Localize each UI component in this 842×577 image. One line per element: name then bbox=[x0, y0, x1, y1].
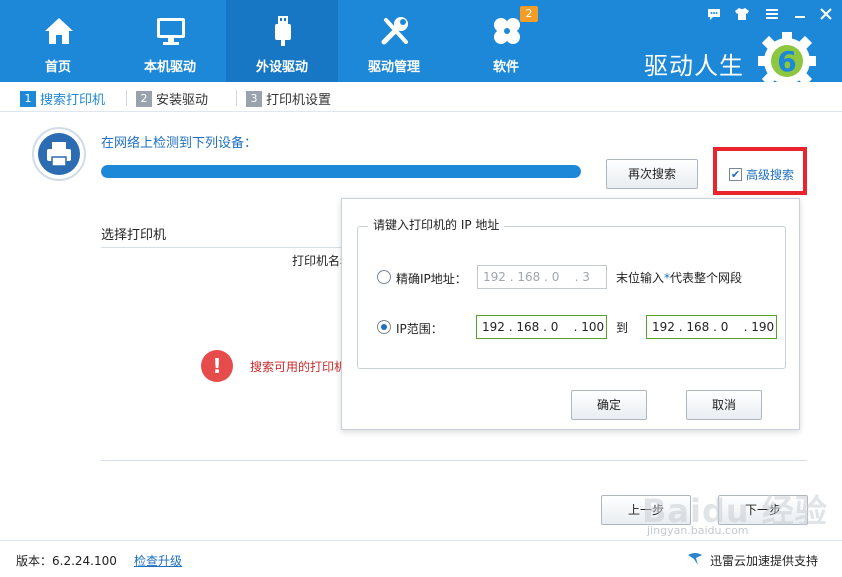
content-divider bbox=[101, 460, 807, 461]
step-install-driver[interactable]: 2 安装驱动 bbox=[136, 89, 209, 108]
menu-icon[interactable] bbox=[764, 6, 780, 22]
usb-icon bbox=[275, 16, 291, 46]
exact-ip-label: 精确IP地址： bbox=[396, 272, 467, 286]
step-number: 1 bbox=[20, 90, 36, 107]
thunder-bird-icon bbox=[688, 553, 702, 565]
tools-icon bbox=[381, 17, 408, 45]
monitor-icon bbox=[157, 18, 185, 45]
step-number: 2 bbox=[136, 90, 152, 107]
nav-home-label: 首页 bbox=[44, 60, 71, 75]
step-label: 搜索打印机 bbox=[40, 93, 106, 108]
wizard-steps: 1 搜索打印机 2 安装驱动 3 打印机设置 bbox=[0, 82, 842, 112]
ip-fieldset bbox=[357, 226, 786, 369]
nav-software-label: 软件 bbox=[492, 60, 519, 75]
brand-name: 驱动人生 bbox=[644, 52, 744, 80]
nav-home[interactable]: 首页 bbox=[2, 0, 114, 82]
search-progress-bar bbox=[101, 165, 581, 178]
close-icon[interactable] bbox=[818, 6, 834, 22]
ok-button[interactable]: 确定 bbox=[571, 390, 647, 420]
printer-icon bbox=[47, 142, 71, 167]
minimize-icon[interactable] bbox=[792, 6, 808, 22]
cancel-button[interactable]: 取消 bbox=[686, 390, 762, 420]
step-printer-settings[interactable]: 3 打印机设置 bbox=[246, 89, 332, 108]
exact-ip-radio[interactable] bbox=[377, 270, 391, 284]
advanced-search-label[interactable]: 高级搜索 bbox=[746, 166, 794, 183]
advanced-search-highlight: ✔ 高级搜索 bbox=[713, 147, 807, 195]
detect-message: 在网络上检测到下列设备： bbox=[101, 136, 258, 151]
nav-driver-management-label: 驱动管理 bbox=[367, 60, 420, 75]
search-progress-fill bbox=[101, 165, 581, 178]
brand-logo-digit: 6 bbox=[777, 45, 796, 78]
title-divider bbox=[101, 247, 343, 248]
software-update-badge: 2 bbox=[520, 6, 538, 22]
step-search-printer[interactable]: 1 搜索打印机 bbox=[20, 89, 106, 108]
ip-address-dialog: 请键入打印机的 IP 地址 精确IP地址： 192 . 168 . 0 . 3 … bbox=[341, 198, 800, 430]
top-navigation-bar: 首页 本机驱动 外设驱动 驱动管理 软件 2 驱动人生 6 bbox=[0, 0, 842, 90]
step-divider bbox=[236, 90, 237, 106]
nav-peripheral-driver-label: 外设驱动 bbox=[255, 60, 308, 75]
printer-avatar bbox=[32, 127, 86, 181]
baidu-watermark-url: jingyan.baidu.com bbox=[647, 524, 749, 537]
chat-icon[interactable] bbox=[706, 6, 722, 22]
step-label: 打印机设置 bbox=[266, 93, 332, 108]
apps-icon bbox=[494, 18, 520, 44]
step-number: 3 bbox=[246, 90, 262, 107]
home-icon bbox=[45, 18, 73, 44]
advanced-search-checkbox[interactable]: ✔ bbox=[729, 168, 742, 181]
hint-suffix: 代表整个网段 bbox=[670, 271, 743, 285]
exact-ip-input[interactable]: 192 . 168 . 0 . 3 bbox=[477, 265, 607, 289]
error-icon: ! bbox=[201, 350, 233, 382]
ip-range-label: IP范围： bbox=[396, 322, 443, 336]
thunder-support-text: 迅雷云加速提供支持 bbox=[710, 554, 819, 568]
research-button[interactable]: 再次搜索 bbox=[606, 159, 698, 189]
nav-software[interactable]: 软件 bbox=[450, 0, 562, 82]
nav-local-driver[interactable]: 本机驱动 bbox=[114, 0, 226, 82]
shirt-icon[interactable] bbox=[734, 6, 750, 22]
nav-peripheral-driver[interactable]: 外设驱动 bbox=[226, 0, 338, 82]
ip-range-start-input[interactable]: 192 . 168 . 0 . 100 bbox=[476, 315, 607, 339]
step-label: 安装驱动 bbox=[156, 93, 209, 108]
nav-local-driver-label: 本机驱动 bbox=[143, 60, 196, 75]
ip-range-to-label: 到 bbox=[616, 321, 629, 335]
hint-prefix: 末位输入 bbox=[616, 271, 665, 285]
ip-fieldset-legend: 请键入打印机的 IP 地址 bbox=[368, 216, 505, 233]
search-error-text: 搜索可用的打印机 bbox=[250, 360, 342, 374]
nav-driver-management[interactable]: 驱动管理 bbox=[338, 0, 450, 82]
exact-ip-hint: 末位输入*代表整个网段 bbox=[616, 269, 742, 286]
status-footer: 版本：6.2.24.100 检查升级 迅雷云加速提供支持 bbox=[0, 540, 842, 577]
step-divider bbox=[126, 90, 127, 106]
printer-name-column-header: 打印机名称 bbox=[292, 254, 342, 268]
check-upgrade-link[interactable]: 检查升级 bbox=[134, 552, 182, 569]
choose-printer-title: 选择打印机 bbox=[101, 228, 167, 243]
ip-range-radio[interactable] bbox=[377, 320, 391, 334]
ip-range-end-input[interactable]: 192 . 168 . 0 . 190 bbox=[646, 315, 777, 339]
version-text: 版本：6.2.24.100 bbox=[16, 554, 117, 568]
